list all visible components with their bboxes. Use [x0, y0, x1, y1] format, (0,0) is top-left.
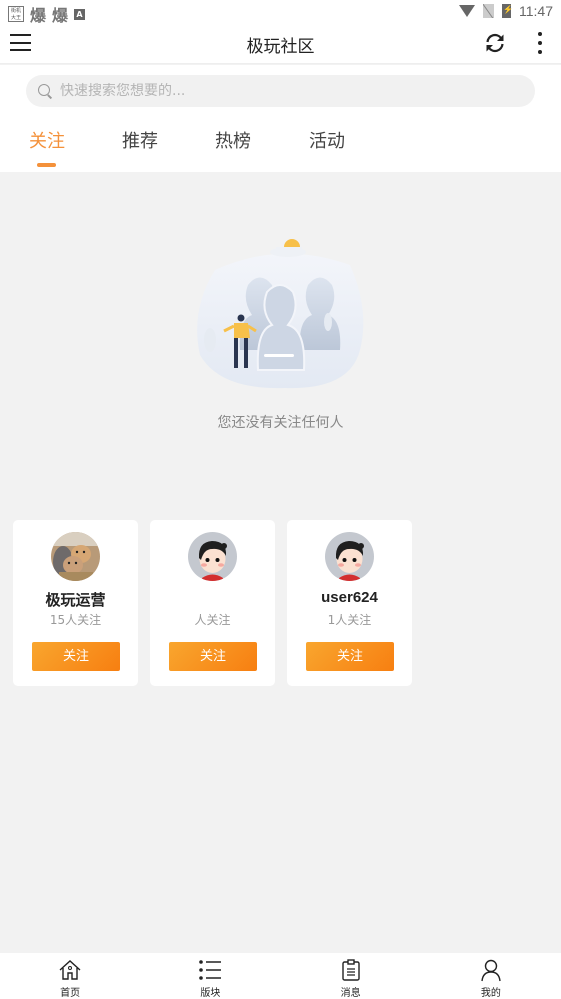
empty-follow-illustration [197, 239, 364, 389]
refresh-icon[interactable] [483, 31, 507, 55]
more-vertical-icon[interactable] [533, 32, 547, 54]
empty-message: 您还没有关注任何人 [217, 415, 344, 431]
nav-label: 我的 [480, 988, 501, 999]
user-name: user624 [321, 589, 378, 606]
tab-events[interactable]: 活动 [309, 127, 345, 153]
tab-hot[interactable]: 热榜 [215, 127, 251, 153]
notification-icons: 街机 大王 爆 爆 A [8, 2, 86, 26]
nav-label: 消息 [340, 988, 361, 999]
follower-count: 15人关注 [49, 613, 102, 627]
avatar[interactable] [188, 532, 237, 581]
search-icon [38, 84, 52, 98]
nav-item-boards[interactable]: 版块 [140, 953, 280, 999]
clock: 11:47 [519, 3, 553, 19]
bottom-nav: 首页 版块 消息 我的 [0, 953, 561, 999]
follower-count: 人关注 [194, 613, 231, 627]
nav-item-messages[interactable]: 消息 [281, 953, 421, 999]
app-bar: 极玩社区 [0, 24, 561, 64]
tab-following[interactable]: 关注 [29, 127, 65, 153]
user-name [150, 589, 275, 609]
nav-label: 版块 [200, 988, 221, 999]
avatar[interactable] [325, 532, 374, 581]
header-area: 关注 推荐 热榜 活动 [0, 65, 561, 172]
list-icon [199, 960, 222, 980]
follower-count: 1人关注 [327, 613, 372, 627]
wifi-icon [459, 5, 475, 17]
user-card[interactable]: user624 1人关注 关注 [287, 520, 412, 686]
no-sim-icon [483, 4, 494, 18]
recommended-users: 极玩运营 15人关注 关注 人关注 关注 user624 1人关注 关注 [13, 520, 412, 686]
user-name: 极玩运营 [45, 592, 106, 609]
notification-icon: 爆 [52, 6, 69, 25]
page-title: 极玩社区 [246, 37, 315, 57]
nav-item-profile[interactable]: 我的 [421, 953, 561, 999]
user-icon [481, 959, 501, 982]
notification-icon: 爆 [30, 6, 47, 25]
follow-button[interactable]: 关注 [306, 642, 394, 671]
clipboard-icon [341, 959, 360, 981]
follow-button[interactable]: 关注 [169, 642, 257, 671]
nav-label: 首页 [60, 988, 81, 999]
app-notification-icon: 街机 大王 [8, 6, 24, 22]
search-bar[interactable] [26, 75, 535, 107]
battery-charging-icon [502, 4, 513, 18]
nav-item-home[interactable]: 首页 [0, 953, 140, 999]
notification-icon: A [74, 8, 86, 20]
tab-bar: 关注 推荐 热榜 活动 [0, 127, 561, 172]
follow-button[interactable]: 关注 [32, 642, 120, 671]
active-tab-indicator [37, 163, 56, 167]
search-input[interactable] [60, 83, 500, 99]
avatar[interactable] [51, 532, 100, 581]
system-icons: 11:47 [459, 3, 553, 19]
status-bar: 街机大王 爆 爆 A 11:47 [0, 0, 561, 26]
tab-recommended[interactable]: 推荐 [122, 127, 158, 153]
home-icon [59, 960, 81, 980]
user-card[interactable]: 极玩运营 15人关注 关注 [13, 520, 138, 686]
user-card[interactable]: 人关注 关注 [150, 520, 275, 686]
